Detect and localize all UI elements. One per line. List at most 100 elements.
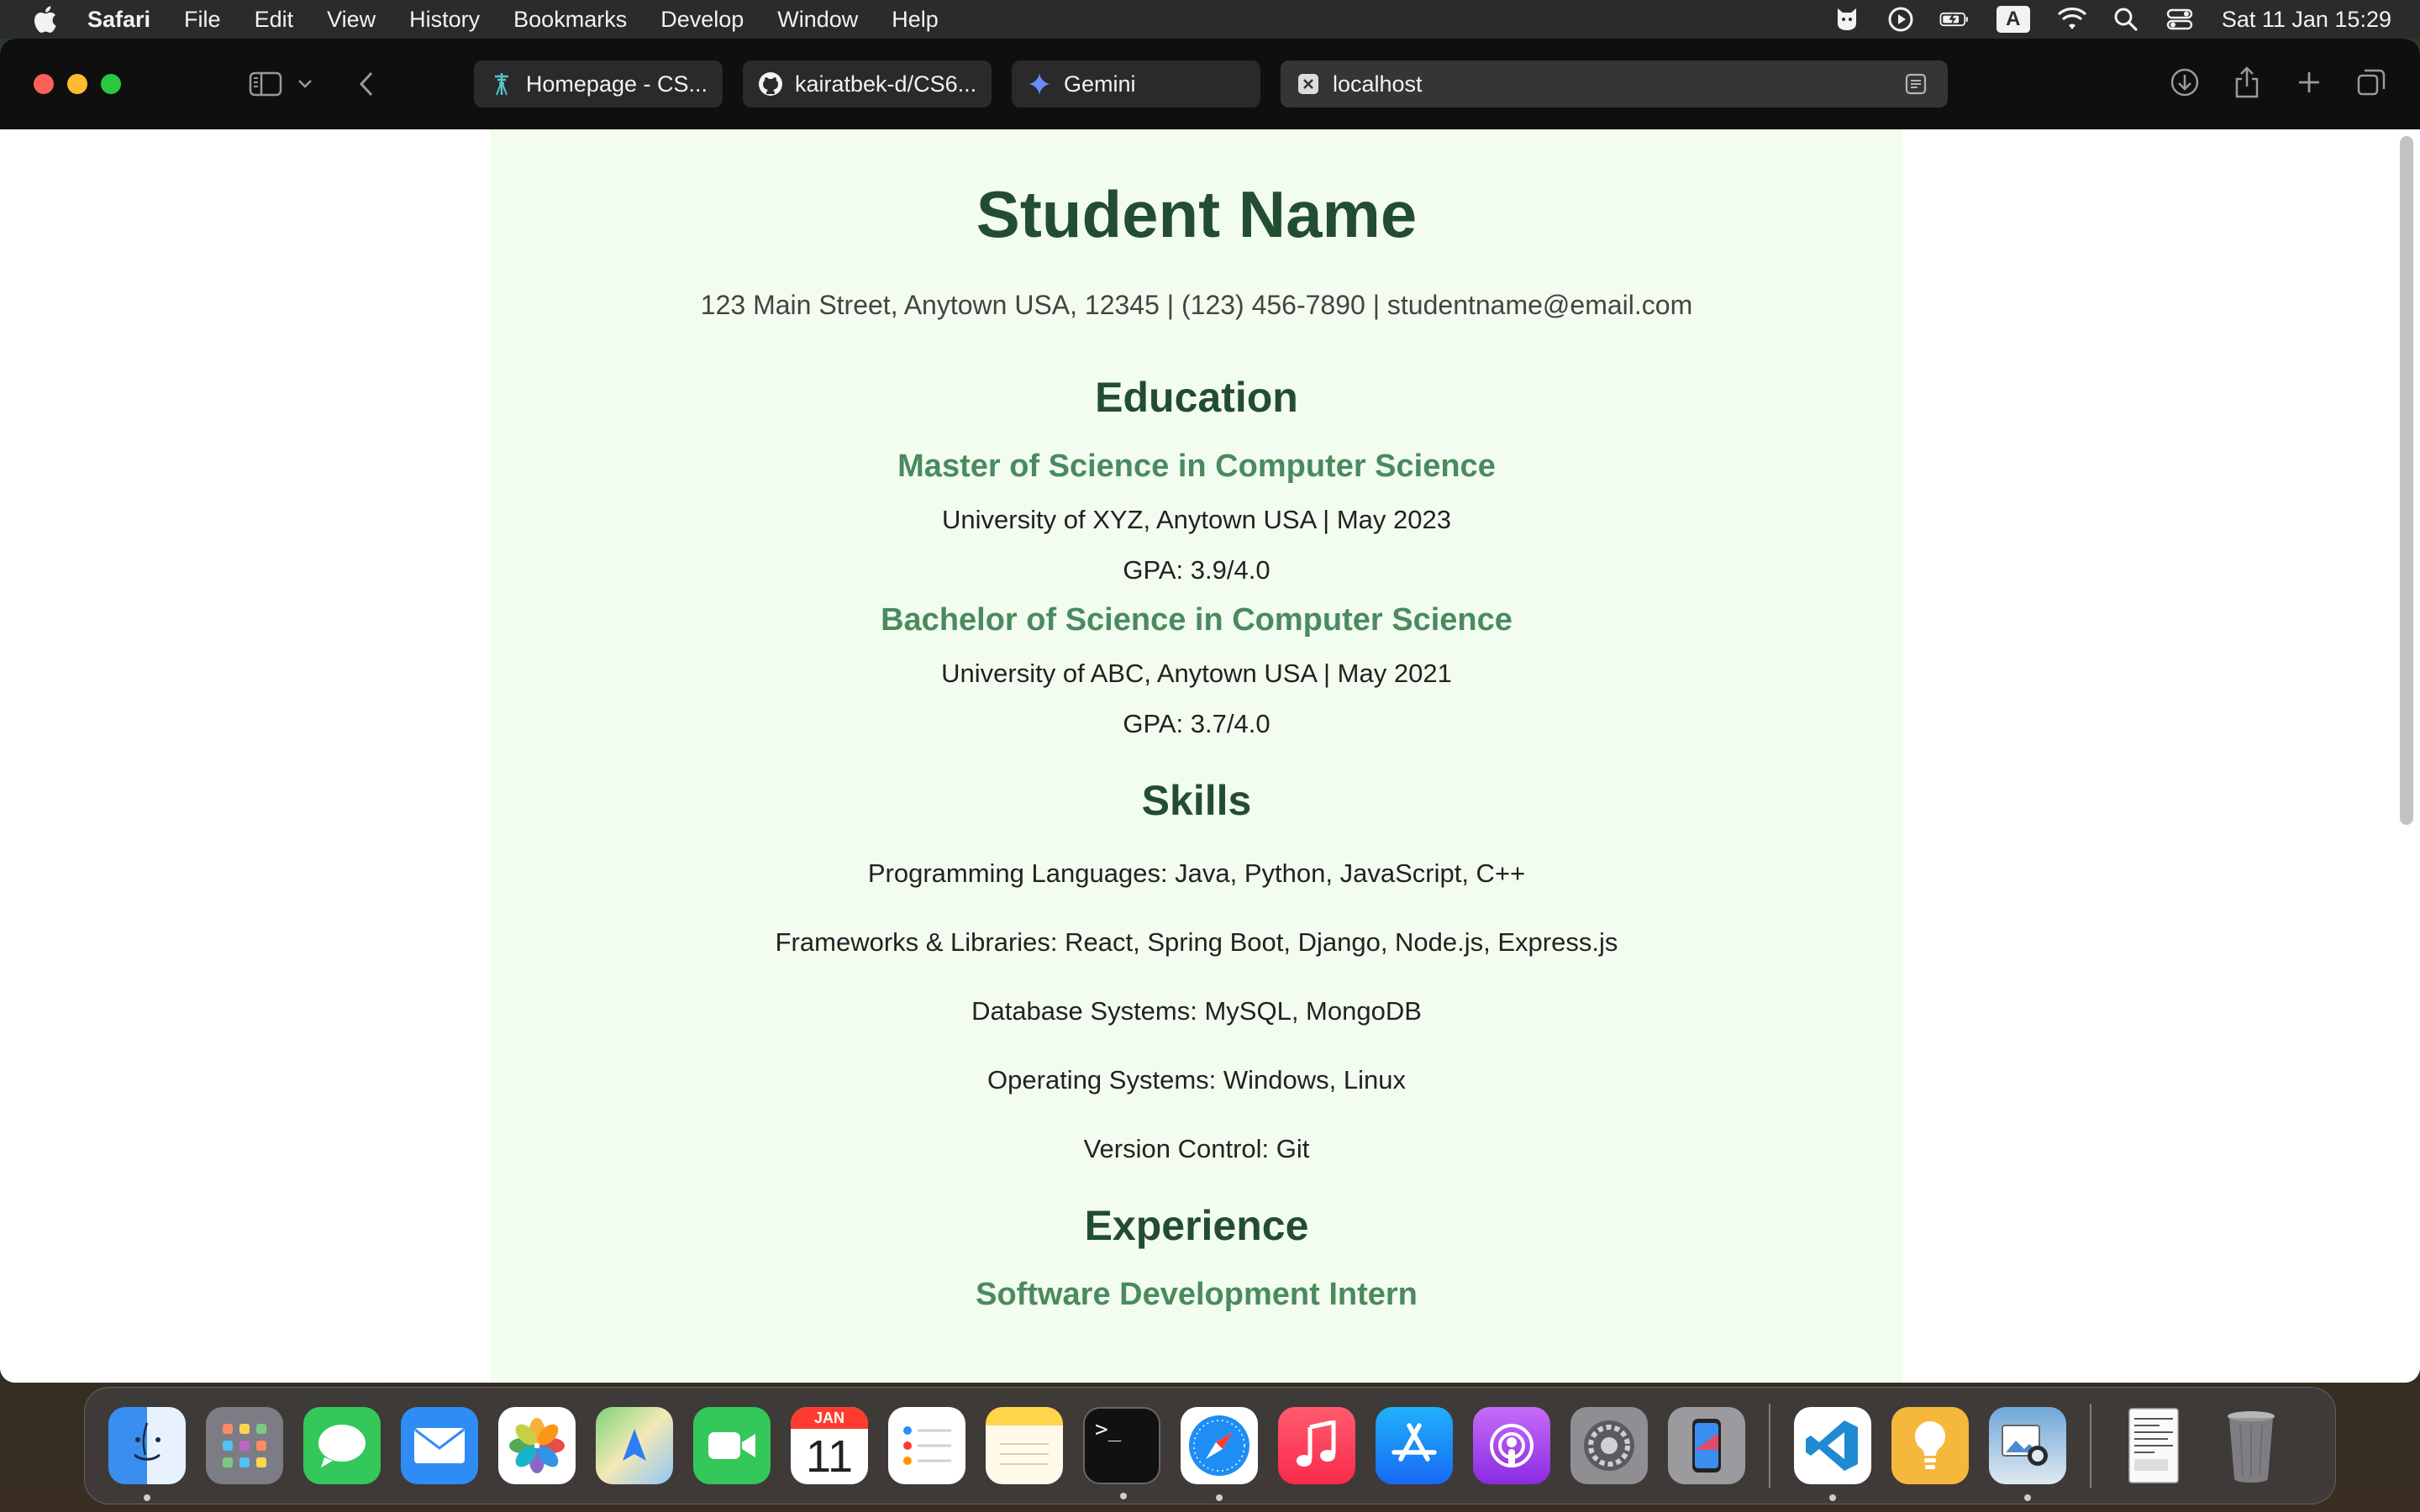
trash-icon[interactable] [2212,1407,2290,1484]
degree-school: University of ABC, Anytown USA | May 202… [941,659,1452,688]
tab-github[interactable]: kairatbek-d/CS6... [743,60,992,108]
podcasts-icon[interactable] [1473,1407,1550,1484]
address-text[interactable]: localhost [1333,71,1423,97]
chevron-down-icon[interactable] [292,66,318,102]
sidebar-toggle-icon[interactable] [247,66,284,102]
page-scrollbar[interactable] [2400,136,2413,825]
apple-menu-icon[interactable] [32,6,59,33]
minimize-window-button[interactable] [67,74,87,94]
recent-document-icon[interactable] [2115,1407,2192,1484]
menu-view[interactable]: View [327,7,376,33]
close-window-button[interactable] [34,74,54,94]
menu-history[interactable]: History [409,7,480,33]
degree-gpa: GPA: 3.9/4.0 [1123,555,1270,585]
dock-separator [1769,1404,1770,1488]
menu-bookmarks[interactable]: Bookmarks [513,7,627,33]
running-indicator [144,1494,150,1501]
tab-bar: Homepage - CS... kairatbek-d/CS6... Gemi… [474,60,1968,108]
zoom-window-button[interactable] [101,74,121,94]
role-title: Software Development Intern [976,1277,1418,1312]
reminders-icon[interactable] [888,1407,965,1484]
terminal-prompt: >_ [1095,1417,1122,1442]
degree-school: University of XYZ, Anytown USA | May 202… [942,505,1451,534]
tab-label: Gemini [1064,71,1136,97]
menu-help[interactable]: Help [892,7,939,33]
notes-icon[interactable] [986,1407,1063,1484]
education-heading: Education [1095,374,1298,421]
safari-icon[interactable] [1181,1407,1258,1501]
running-indicator [1120,1493,1127,1499]
tab-overview-icon[interactable] [2353,64,2390,101]
music-icon[interactable] [1278,1407,1355,1484]
dock: JAN 11 >_ [84,1387,2336,1504]
finder-icon[interactable] [108,1407,186,1501]
safari-window: Homepage - CS... kairatbek-d/CS6... Gemi… [0,39,2420,1383]
mail-icon[interactable] [401,1407,478,1484]
messages-icon[interactable] [303,1407,381,1484]
tab-label: Homepage - CS... [525,71,708,97]
toolbar-right-actions [2141,64,2390,101]
address-bar[interactable]: localhost [1281,60,1948,108]
control-center-icon[interactable] [2165,4,2195,34]
skill-item: Frameworks & Libraries: React, Spring Bo… [775,927,1618,957]
menu-edit[interactable]: Edit [255,7,294,33]
preview-icon[interactable] [1989,1407,2066,1501]
resume-container: Student Name 123 Main Street, Anytown US… [491,129,1902,1383]
degree-title: Master of Science in Computer Science [897,449,1496,484]
cat-status-icon[interactable] [1832,4,1862,34]
skill-item: Database Systems: MySQL, MongoDB [971,996,1422,1026]
experience-heading: Experience [1084,1202,1309,1249]
degree-title: Bachelor of Science in Computer Science [881,602,1512,638]
menubar-clock[interactable]: Sat 11 Jan 15:29 [2222,7,2391,33]
tab-gemini[interactable]: Gemini [1012,60,1260,108]
contact-info: 123 Main Street, Anytown USA, 12345 | (1… [700,290,1693,320]
skills-heading: Skills [1141,777,1252,824]
running-indicator [1829,1494,1836,1501]
menu-window[interactable]: Window [777,7,858,33]
battery-icon[interactable] [1939,4,1970,34]
tab-homepage[interactable]: Homepage - CS... [474,60,723,108]
vscode-icon[interactable] [1794,1407,1871,1501]
gemini-sparkle-icon [1027,71,1052,97]
maps-icon[interactable] [596,1407,673,1484]
menu-bar: Safari File Edit View History Bookmarks … [0,0,2420,39]
page-title: Student Name [976,177,1418,251]
wifi-icon[interactable] [2057,4,2087,34]
menu-file[interactable]: File [184,7,221,33]
launchpad-icon[interactable] [206,1407,283,1484]
degree-gpa: GPA: 3.7/4.0 [1123,709,1270,738]
skill-item: Operating Systems: Windows, Linux [987,1065,1406,1095]
terminal-icon[interactable]: >_ [1083,1407,1160,1499]
back-icon[interactable] [348,66,385,102]
running-indicator [1216,1494,1223,1501]
input-source-badge[interactable]: A [1996,6,2030,33]
iphone-mirroring-icon[interactable] [1668,1407,1745,1484]
download-icon[interactable] [2166,64,2203,101]
share-icon[interactable] [2228,64,2265,101]
calendar-month: JAN [791,1407,868,1429]
skill-item: Version Control: Git [1083,1134,1310,1163]
skill-item: Programming Languages: Java, Python, Jav… [867,858,1526,888]
calendar-icon[interactable]: JAN 11 [791,1407,868,1484]
window-controls [34,74,134,94]
search-icon[interactable] [2111,4,2141,34]
play-status-icon[interactable] [1886,4,1916,34]
tab-label: kairatbek-d/CS6... [795,71,977,97]
new-tab-icon[interactable] [2291,64,2328,101]
dock-separator [2090,1404,2091,1488]
web-page-viewport[interactable]: Student Name 123 Main Street, Anytown US… [0,129,2420,1383]
app-store-icon[interactable] [1376,1407,1453,1484]
photos-icon[interactable] [498,1407,576,1484]
reader-icon[interactable] [1904,72,1928,96]
menu-app-safari[interactable]: Safari [87,7,150,33]
page-favicon-icon [1296,71,1321,97]
facetime-icon[interactable] [693,1407,771,1484]
browser-toolbar: Homepage - CS... kairatbek-d/CS6... Gemi… [0,39,2420,129]
running-indicator [2024,1494,2031,1501]
calendar-day: 11 [805,1431,854,1482]
menu-develop[interactable]: Develop [660,7,744,33]
tower-favicon-icon [489,71,514,97]
system-settings-icon[interactable] [1570,1407,1648,1484]
tips-icon[interactable] [1891,1407,1969,1484]
github-icon [758,71,783,97]
